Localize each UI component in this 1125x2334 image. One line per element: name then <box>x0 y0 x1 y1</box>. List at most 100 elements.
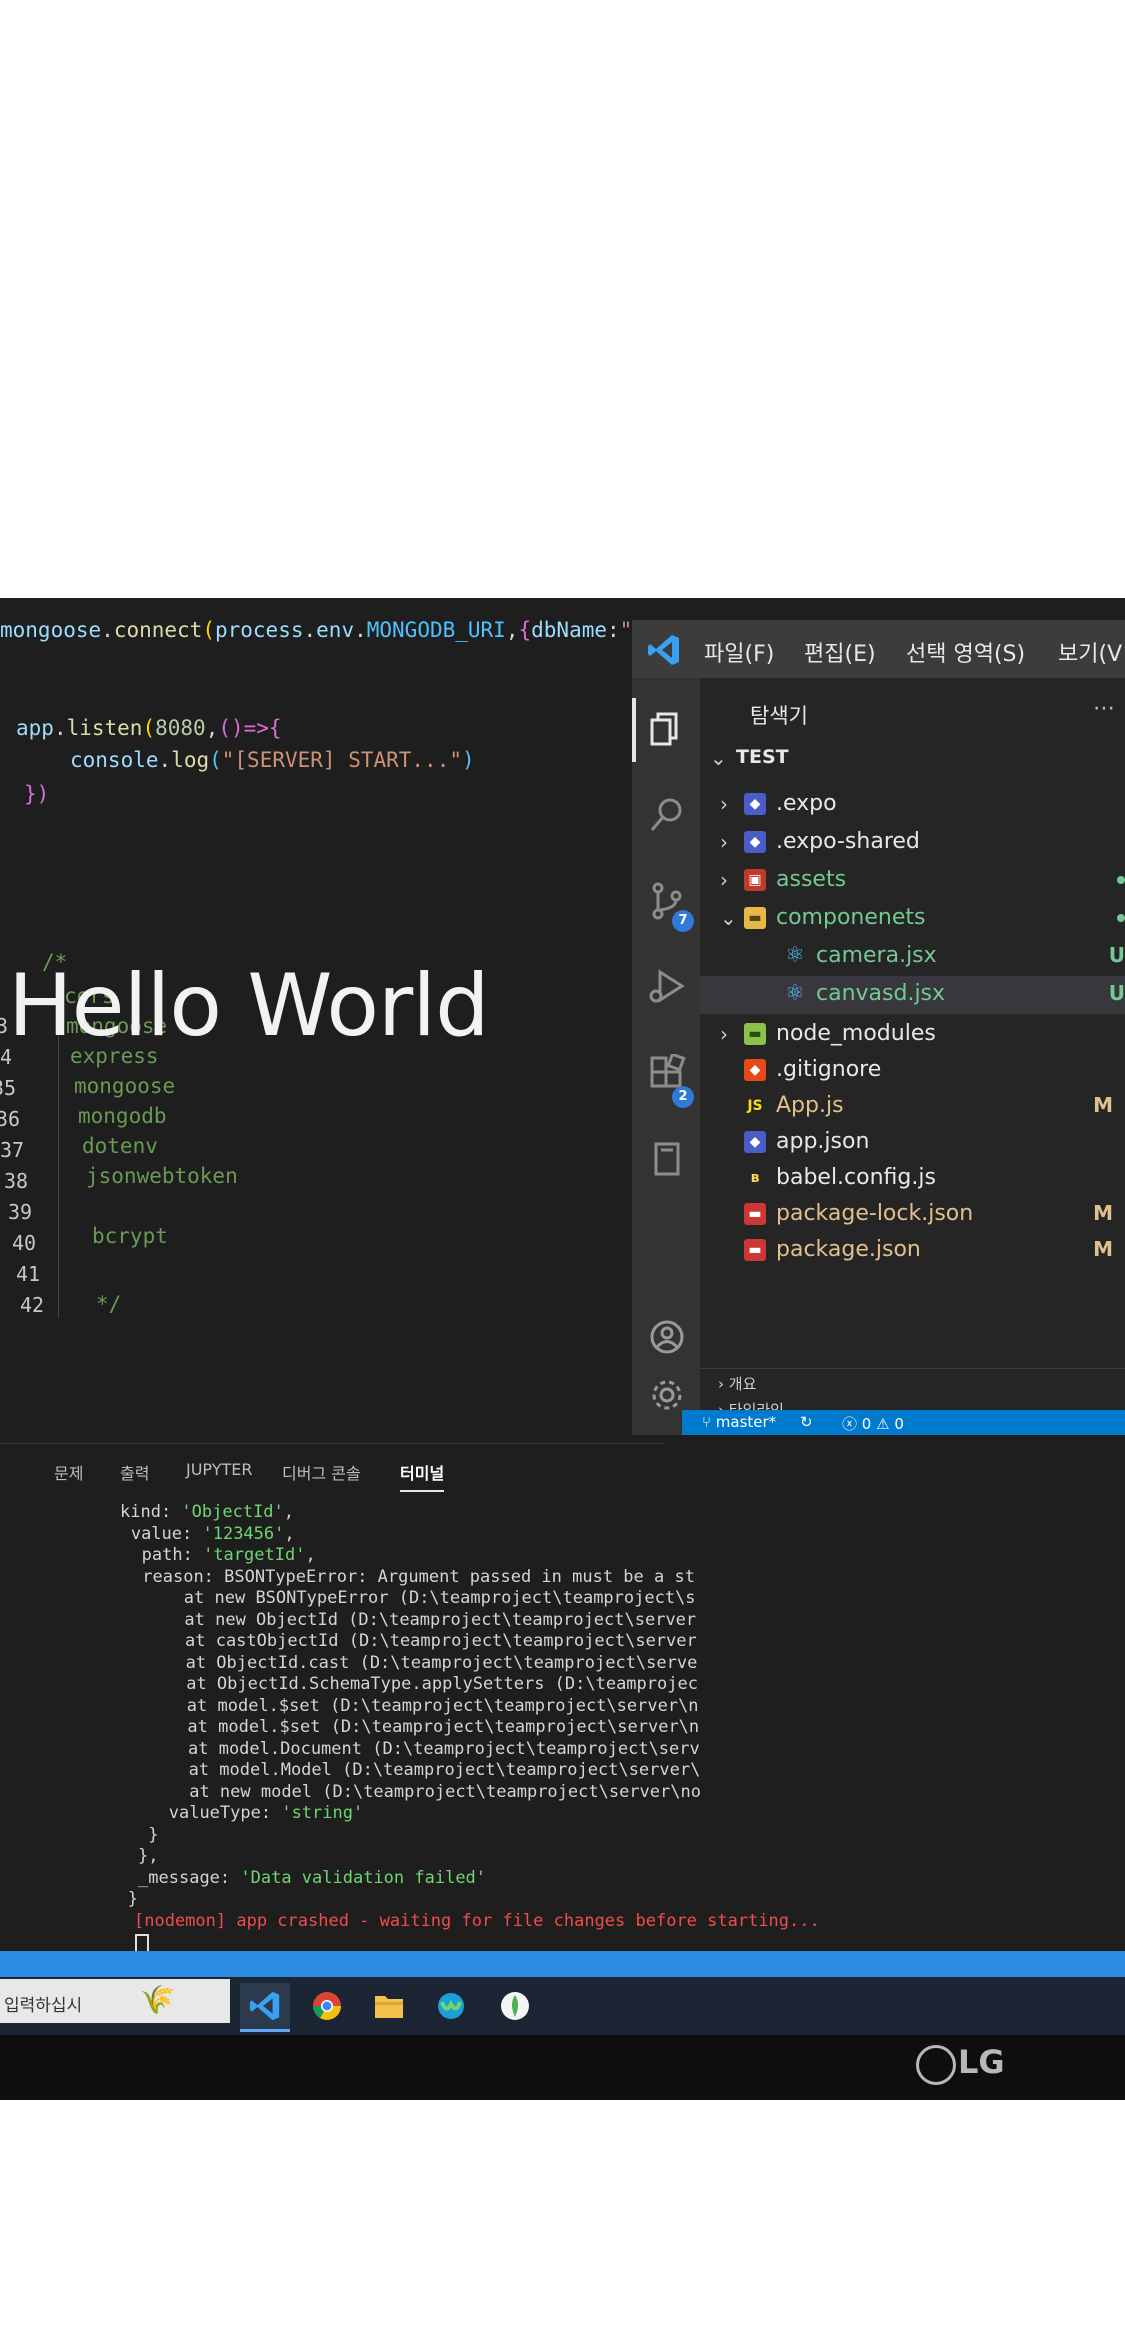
taskbar-file-explorer-icon[interactable] <box>364 1983 414 2029</box>
js-icon: JS <box>747 1098 763 1114</box>
settings-gear-icon[interactable] <box>648 1376 686 1414</box>
assets-icon: ▣ <box>744 869 766 891</box>
terminal-line: at model.Document (D:\teamproject\teampr… <box>127 1739 700 1759</box>
expo-icon: ◆ <box>744 1131 766 1153</box>
tab-jupyter[interactable]: JUPYTER <box>186 1460 253 1479</box>
code-token: ()=>{ <box>218 716 282 740</box>
code-token: mongoose <box>0 618 102 642</box>
terminal-line: at model.$set (D:\teamproject\teamprojec… <box>126 1717 699 1737</box>
tree-file[interactable]: ◆ app.json <box>700 1124 1125 1162</box>
tree-folder[interactable]: › ◆ .expo <box>700 786 1125 824</box>
tree-file[interactable]: ⚛ canvasd.jsx U <box>700 976 1125 1014</box>
code-token: console <box>70 748 159 772</box>
code-token: . <box>101 618 114 642</box>
tree-folder[interactable]: ⌄ ▬ componenets <box>700 900 1125 938</box>
terminal-token: at new ObjectId (D:\teamproject\teamproj… <box>123 1609 697 1630</box>
section-outline[interactable]: › 개요 <box>718 1373 756 1394</box>
taskbar-chrome-icon[interactable] <box>302 1983 352 2029</box>
tree-folder[interactable]: › ▣ assets <box>700 862 1125 900</box>
terminal-token: at model.$set (D:\teamproject\teamprojec… <box>125 1695 699 1716</box>
menu-edit[interactable]: 편집(E) <box>804 636 876 668</box>
menu-file[interactable]: 파일(F) <box>704 636 774 668</box>
terminal-token: at model.$set (D:\teamproject\teamprojec… <box>126 1717 700 1737</box>
code-token: . <box>303 618 317 642</box>
more-actions-icon[interactable]: ⋯ <box>1093 696 1115 721</box>
tree-item-label: package-lock.json <box>776 1201 974 1226</box>
code-token: app <box>16 716 54 740</box>
code-token: { <box>518 618 532 642</box>
line-number: 35 <box>0 1076 17 1100</box>
taskbar-mongodb-icon[interactable] <box>490 1983 540 2029</box>
code-token: ( <box>209 748 222 772</box>
tree-file[interactable]: ▬ package-lock.json M <box>700 1196 1125 1234</box>
tab-problems[interactable]: 문제 <box>54 1460 83 1484</box>
tree-item-label: canvasd.jsx <box>816 981 946 1006</box>
terminal-line: [nodemon] app crashed - waiting for file… <box>134 1911 820 1931</box>
chevron-right-icon: › <box>720 830 728 854</box>
account-icon[interactable] <box>648 1318 686 1356</box>
expo-icon: ◆ <box>744 793 766 815</box>
tree-file[interactable]: ◆ .gitignore <box>700 1052 1125 1090</box>
comment-item: jsonwebtoken <box>86 1164 238 1188</box>
workspace-root[interactable]: ⌄ TEST <box>700 740 1125 776</box>
tab-debug-console[interactable]: 디버그 콘솔 <box>282 1460 361 1484</box>
menu-selection[interactable]: 선택 영역(S) <box>906 636 1025 668</box>
taskbar-vscode-icon[interactable] <box>240 1983 290 2032</box>
screen-edge <box>0 1951 1125 1977</box>
line-number: 41 <box>16 1262 41 1286</box>
taskbar-webex-icon[interactable] <box>426 1983 476 2029</box>
code-token: : <box>607 618 620 642</box>
tree-folder[interactable]: › ◆ .expo-shared <box>700 824 1125 862</box>
activity-bar: 7 2 <box>632 678 700 1435</box>
terminal-line: kind: 'ObjectId', <box>120 1502 294 1522</box>
tree-file[interactable]: ʙ babel.config.js <box>700 1160 1125 1198</box>
code-line-console: console.log("[SERVER] START...") <box>70 748 475 772</box>
terminal-line: at model.Model (D:\teamproject\teamproje… <box>127 1760 701 1780</box>
tree-file[interactable]: JS App.js M <box>700 1088 1125 1126</box>
sync-icon[interactable]: ↻ <box>800 1413 813 1431</box>
warning-count: 0 <box>894 1415 904 1433</box>
tab-terminal[interactable]: 터미널 <box>400 1460 445 1492</box>
expo-icon: ◆ <box>744 831 766 853</box>
code-token: "[SERVER] START..." <box>221 748 462 772</box>
taskbar-search-placeholder: 입력하십시 <box>4 1996 83 2016</box>
terminal-token: '123456' <box>202 1523 285 1544</box>
tree-item-label: app.json <box>776 1129 870 1154</box>
tree-item-label: package.json <box>776 1237 921 1262</box>
chevron-down-icon: ⌄ <box>710 746 727 770</box>
terminal-token: , <box>283 1502 295 1522</box>
git-icon: ◆ <box>744 1059 766 1081</box>
branch-status[interactable]: ⑂ master* <box>702 1413 776 1431</box>
source-control-badge: 7 <box>672 910 694 932</box>
terminal-token: }, <box>127 1846 159 1866</box>
terminal-token: path: <box>121 1545 204 1565</box>
tree-folder[interactable]: › ▬ node_modules <box>700 1016 1125 1054</box>
terminal-token: at ObjectId.cast (D:\teamproject\teampro… <box>124 1652 698 1673</box>
tab-output[interactable]: 출력 <box>120 1460 149 1484</box>
change-dot <box>1117 914 1125 922</box>
code-token: connect <box>113 618 203 642</box>
git-status-badge: M <box>1093 1093 1113 1117</box>
terminal-token: at new model (D:\teamproject\teamproject… <box>127 1781 701 1802</box>
windows-taskbar: 입력하십시 🌾 <box>0 1977 1125 2035</box>
code-editor[interactable]: mongoose.connect(process.env.MONGODB_URI… <box>0 598 822 1438</box>
chevron-right-icon: › <box>720 868 728 892</box>
explorer-title: 탐색기 <box>750 704 808 728</box>
terminal-line: }, <box>127 1846 159 1866</box>
menu-view[interactable]: 보기(V <box>1058 636 1122 668</box>
comment-item: mongoose <box>74 1074 176 1098</box>
code-line-listen: app.listen(8080,()=>{ <box>16 716 282 740</box>
search-icon[interactable] <box>648 796 686 834</box>
tree-file[interactable]: ⚛ camera.jsx U <box>700 938 1125 976</box>
problems-status[interactable]: ⓧ 0 ⚠ 0 <box>842 1413 904 1434</box>
tree-file[interactable]: ▬ package.json M <box>700 1232 1125 1270</box>
run-debug-icon[interactable] <box>648 968 686 1006</box>
chevron-down-icon: ⌄ <box>720 906 737 930</box>
explorer-icon[interactable] <box>648 710 686 748</box>
vscode-logo-icon <box>646 632 682 668</box>
taskbar-search[interactable]: 입력하십시 🌾 <box>0 1979 230 2023</box>
terminal-line: path: 'targetId', <box>121 1545 316 1565</box>
change-dot <box>1117 876 1125 884</box>
notebook-icon[interactable] <box>648 1140 686 1178</box>
code-token: . <box>158 748 172 772</box>
